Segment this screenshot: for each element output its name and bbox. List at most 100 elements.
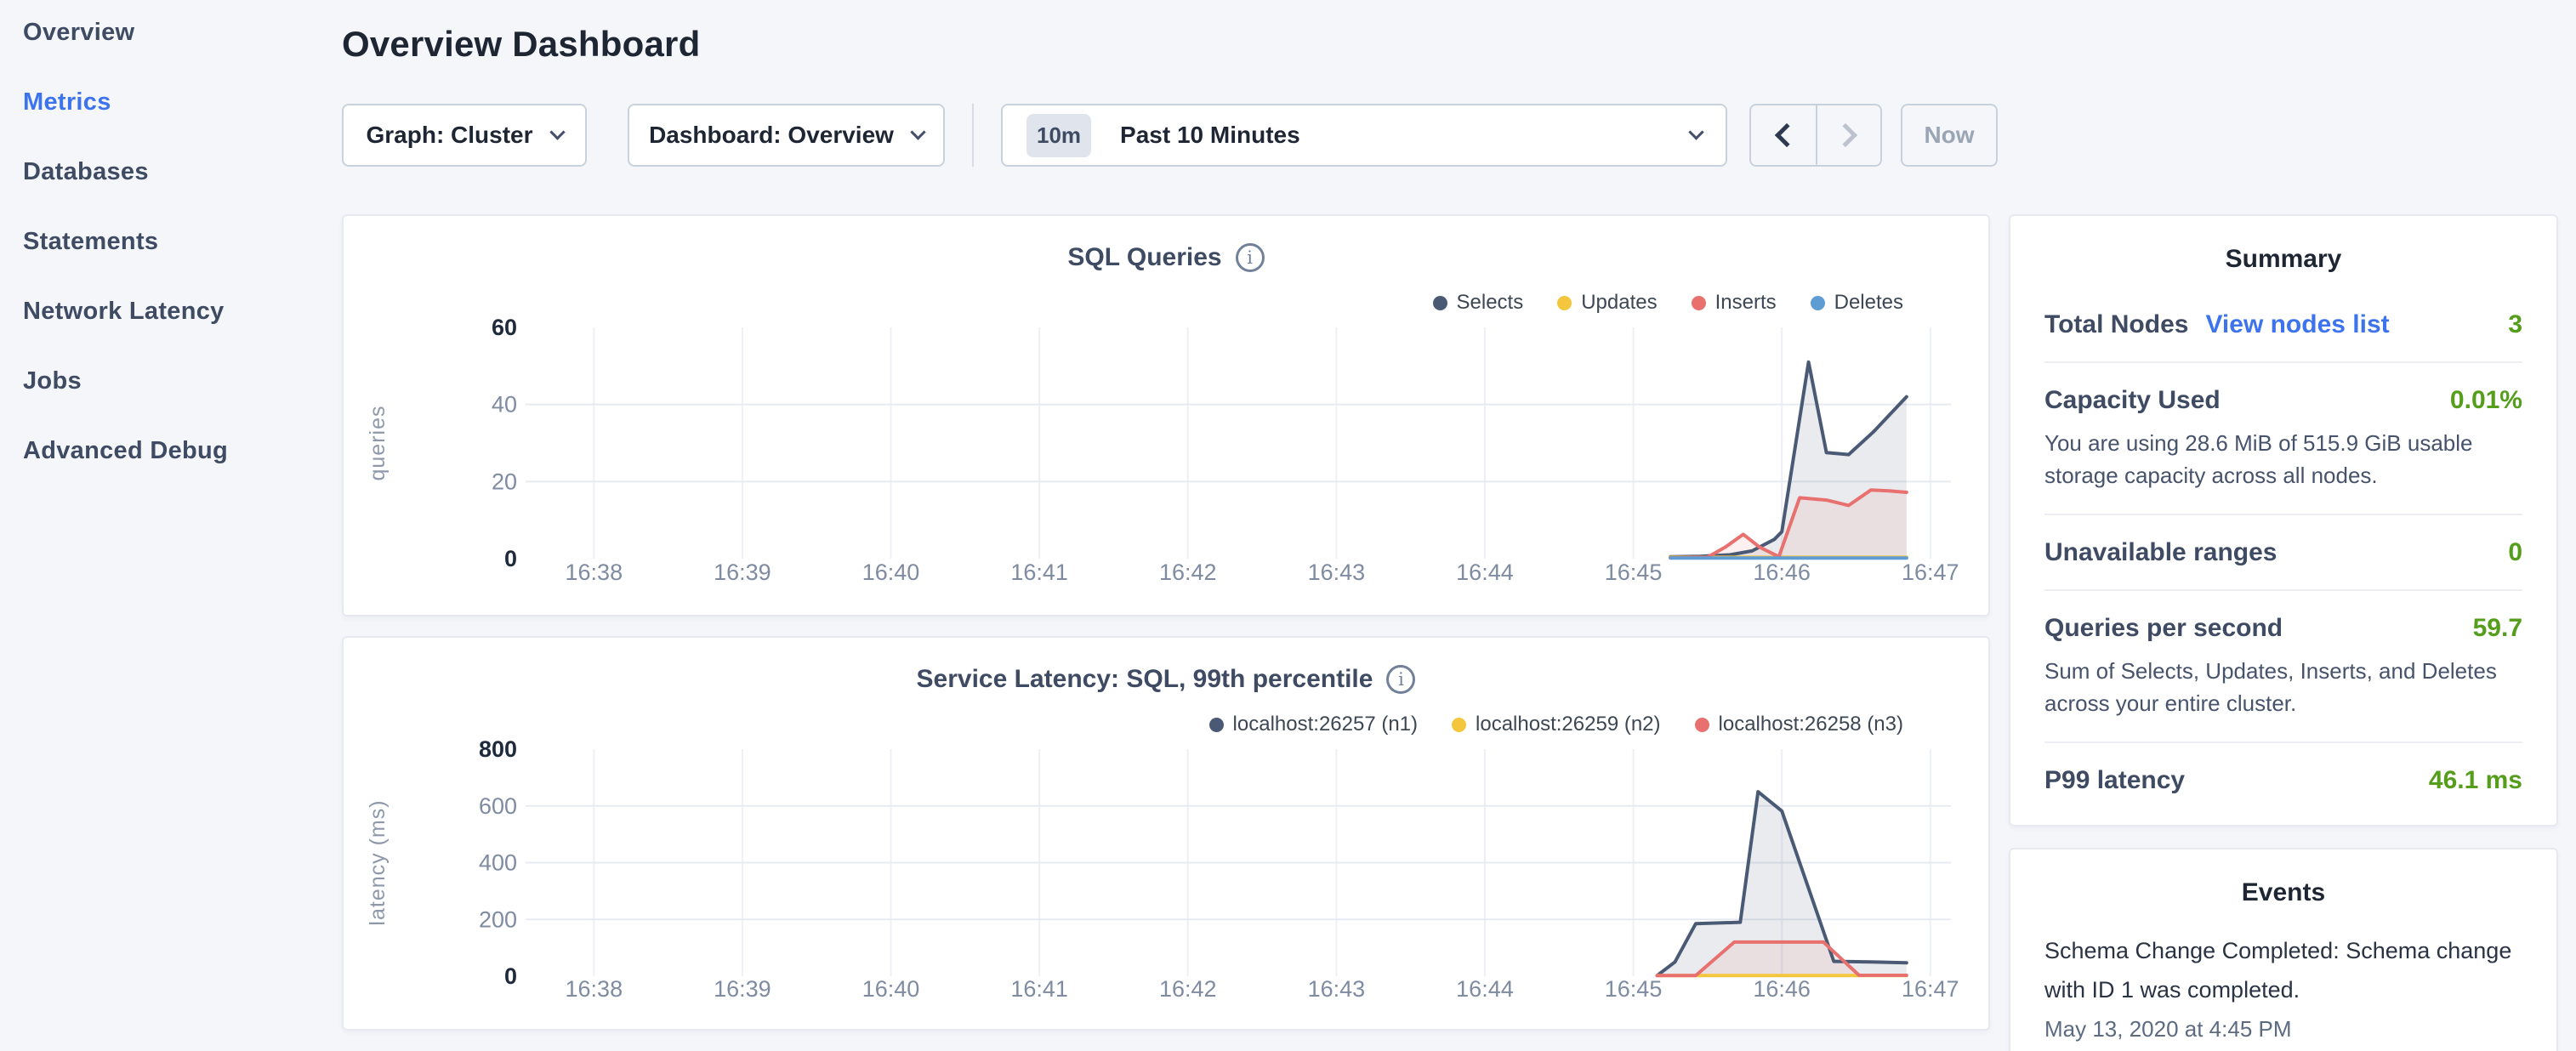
service-latency-chart-card: Service Latency: SQL, 99th percentile i … [342,636,1990,1031]
service-latency-chart[interactable]: 16:3816:3916:4016:4116:4216:4316:4416:45… [344,638,1988,1031]
sidebar: Overview Metrics Databases Statements Networ… [0,0,340,1051]
graph-dropdown[interactable]: Graph: Cluster [342,104,587,167]
events-title: Events [2044,878,2522,907]
legend-dot-icon [1433,296,1447,310]
time-pager [1749,104,1882,167]
time-window-select[interactable]: 10m Past 10 Minutes [1001,104,1727,167]
toolbar: Graph: Cluster Dashboard: Overview 10m P… [342,104,2558,167]
sidebar-item-jobs[interactable]: Jobs [23,367,82,395]
unavailable-ranges-value: 0 [2508,538,2522,567]
sidebar-list-item: Network Latency [23,296,340,327]
info-icon[interactable]: i [1386,665,1415,694]
time-prev-button[interactable] [1751,105,1816,165]
summary-row-qps: Queries per second 59.7 Sum of Selects, … [2044,591,2522,741]
legend-item-localhost-26259-n2-: localhost:26259 (n2) [1452,713,1660,736]
sidebar-item-advanced-debug[interactable]: Advanced Debug [23,437,228,464]
svg-text:16:38: 16:38 [566,560,623,585]
capacity-used-desc: You are using 28.6 MiB of 515.9 GiB usab… [2044,427,2522,491]
time-window-badge: 10m [1026,114,1091,157]
main-content: Overview Dashboard Graph: Cluster Dashbo… [340,0,2576,1051]
sql-queries-chart-card: SQL Queries i Selects Updates Inserts Delet… [342,214,1990,616]
now-button[interactable]: Now [1901,104,1998,167]
svg-text:0: 0 [504,963,517,989]
qps-desc: Sum of Selects, Updates, Inserts, and De… [2044,655,2522,719]
svg-text:600: 600 [479,793,517,819]
sidebar-nav-list: Overview Metrics Databases Statements Networ… [23,17,340,466]
legend-dot-icon [1811,296,1825,310]
capacity-used-value: 0.01% [2450,386,2522,415]
legend-item-deletes: Deletes [1811,291,1903,315]
sidebar-item-databases[interactable]: Databases [23,158,149,185]
unavailable-ranges-label: Unavailable ranges [2044,538,2277,567]
graph-dropdown-label: Graph: Cluster [366,122,532,149]
svg-text:16:43: 16:43 [1308,976,1366,1002]
dashboard-dropdown[interactable]: Dashboard: Overview [628,104,945,167]
legend-item-localhost-26257-n1-: localhost:26257 (n1) [1209,713,1418,736]
svg-text:400: 400 [479,850,517,876]
legend-label: localhost:26258 (n3) [1719,713,1903,736]
svg-text:16:45: 16:45 [1605,560,1663,585]
page-title: Overview Dashboard [342,24,2558,65]
svg-text:16:42: 16:42 [1159,560,1217,585]
sidebar-item-statements[interactable]: Statements [23,228,158,255]
chevron-down-icon [910,124,925,139]
sidebar-list-item: Overview [23,17,340,48]
dashboard-dropdown-label: Dashboard: Overview [649,122,894,149]
sidebar-list-item: Advanced Debug [23,435,340,466]
sidebar-list-item: Jobs [23,366,340,396]
chevron-left-icon [1775,123,1799,147]
legend-label: localhost:26259 (n2) [1476,713,1660,736]
svg-text:16:41: 16:41 [1010,560,1068,585]
time-window-label: Past 10 Minutes [1120,122,1300,149]
svg-text:16:40: 16:40 [862,560,920,585]
summary-panel: Summary Total Nodes View nodes list 3 Ca… [2009,214,2558,827]
qps-value: 59.7 [2473,614,2522,643]
legend-label: Updates [1581,291,1657,315]
svg-text:16:47: 16:47 [1902,976,1959,1002]
event-item[interactable]: Schema Change Completed: Schema change w… [2044,931,2522,1009]
svg-text:0: 0 [504,546,517,571]
svg-text:16:38: 16:38 [566,976,623,1002]
legend-item-selects: Selects [1433,291,1524,315]
dashboard-content: SQL Queries i Selects Updates Inserts Delet… [342,214,2558,1051]
svg-text:16:42: 16:42 [1159,976,1217,1002]
legend-dot-icon [1695,718,1709,732]
p99-latency-label: P99 latency [2044,766,2185,795]
summary-row-unavailable-ranges: Unavailable ranges 0 [2044,515,2522,589]
sidebar-list-item: Databases [23,156,340,187]
chart-title: SQL Queries [1067,243,1221,272]
sql-queries-chart[interactable]: 16:3816:3916:4016:4116:4216:4316:4416:45… [344,216,1988,616]
info-icon[interactable]: i [1236,243,1265,272]
svg-text:16:44: 16:44 [1456,976,1514,1002]
svg-text:16:46: 16:46 [1753,976,1811,1002]
legend-item-localhost-26258-n3-: localhost:26258 (n3) [1695,713,1903,736]
view-nodes-list-link[interactable]: View nodes list [2205,310,2389,339]
legend-dot-icon [1209,718,1224,732]
chart-title-row: SQL Queries i [344,243,1988,272]
sidebar-item-network-latency[interactable]: Network Latency [23,298,225,325]
legend-label: Inserts [1715,291,1777,315]
svg-text:16:39: 16:39 [714,560,771,585]
svg-text:16:44: 16:44 [1456,560,1514,585]
chevron-down-icon [1688,124,1703,139]
svg-text:200: 200 [479,906,517,932]
svg-text:16:47: 16:47 [1902,560,1959,585]
legend-label: Deletes [1834,291,1903,315]
sidebar-list-item: Statements [23,226,340,257]
p99-latency-value: 46.1 ms [2429,766,2522,795]
svg-text:20: 20 [492,469,517,494]
chart-title: Service Latency: SQL, 99th percentile [917,665,1373,694]
summary-row-total-nodes: Total Nodes View nodes list 3 [2044,287,2522,361]
svg-text:60: 60 [492,315,517,340]
chevron-down-icon [549,124,565,139]
capacity-used-label: Capacity Used [2044,386,2221,415]
right-column: Summary Total Nodes View nodes list 3 Ca… [2009,214,2558,1051]
qps-label: Queries per second [2044,614,2283,643]
sidebar-item-overview[interactable]: Overview [23,19,134,46]
time-next-button[interactable] [1816,105,1880,165]
chart-legend: Selects Updates Inserts Deletes [1433,291,1904,315]
sidebar-item-metrics[interactable]: Metrics [23,88,111,116]
svg-text:queries: queries [366,406,390,481]
svg-text:16:41: 16:41 [1010,976,1068,1002]
svg-text:latency (ms): latency (ms) [366,799,390,925]
